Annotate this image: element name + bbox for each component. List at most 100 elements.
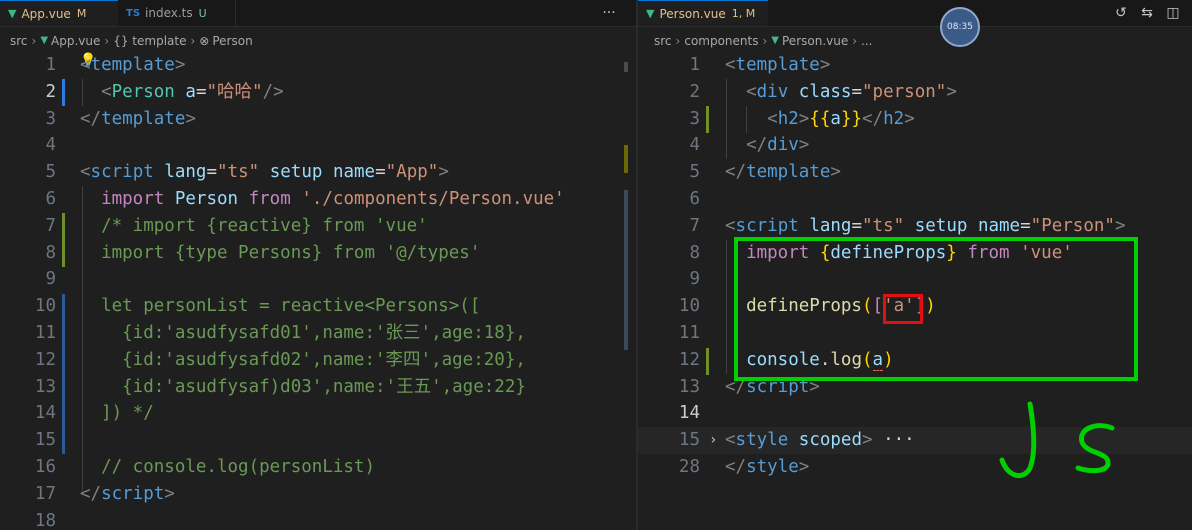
line-number[interactable]: 13 bbox=[0, 374, 56, 401]
more-actions-icon[interactable]: ··· bbox=[596, 5, 622, 21]
line-number[interactable]: 11 bbox=[0, 320, 56, 347]
line-number[interactable]: 5 bbox=[0, 159, 56, 186]
line-number[interactable]: 11 bbox=[638, 320, 700, 347]
line-number[interactable]: 28 bbox=[638, 454, 700, 481]
code-line[interactable]: 13 {id:'asudfysaf)d03',name:'王五',age:22} bbox=[0, 374, 636, 401]
line-number[interactable]: 6 bbox=[638, 186, 700, 213]
compare-icon[interactable]: ⇆ bbox=[1134, 5, 1160, 21]
code-line[interactable]: 5 <script lang="ts" setup name="App"> bbox=[0, 159, 636, 186]
code-line[interactable]: 5 </template> bbox=[638, 159, 1192, 186]
code-line[interactable]: 1 <template> bbox=[638, 52, 1192, 79]
code-token: setup bbox=[269, 162, 323, 183]
line-number[interactable]: 17 bbox=[0, 481, 56, 508]
line-number[interactable]: 9 bbox=[638, 266, 700, 293]
annotation-green-rectangle bbox=[734, 237, 1138, 381]
line-number[interactable]: 8 bbox=[0, 240, 56, 267]
code-line[interactable]: 15 bbox=[0, 427, 636, 454]
code-text: <template> bbox=[80, 52, 185, 79]
line-number[interactable]: 1 bbox=[638, 52, 700, 79]
code-line[interactable]: 9 bbox=[0, 266, 636, 293]
code-line[interactable]: 17 </script> bbox=[0, 481, 636, 508]
line-number[interactable]: 8 bbox=[638, 240, 700, 267]
breadcrumb-item[interactable]: components bbox=[684, 34, 758, 48]
code-token: ··· bbox=[872, 430, 915, 451]
code-line[interactable]: 6 bbox=[638, 186, 1192, 213]
code-line[interactable]: 8 import {type Persons} from '@/types' bbox=[0, 240, 636, 267]
code-token: </ bbox=[725, 162, 747, 183]
breadcrumb-item[interactable]: {} template bbox=[113, 34, 186, 48]
line-number[interactable]: 10 bbox=[638, 293, 700, 320]
code-line[interactable]: 4 bbox=[0, 132, 636, 159]
line-number[interactable]: 5 bbox=[638, 159, 700, 186]
code-editor-left[interactable]: 1 <template> 2 <Person a="哈哈"/> 3 </template… bbox=[0, 52, 636, 530]
code-text: // console.log(personList) bbox=[80, 454, 375, 481]
breadcrumb-item[interactable]: src bbox=[654, 34, 672, 48]
line-number[interactable]: 6 bbox=[0, 186, 56, 213]
code-line[interactable]: 7 /* import {reactive} from 'vue' bbox=[0, 213, 636, 240]
indent-guide bbox=[746, 106, 747, 133]
annotation-red-rectangle bbox=[883, 294, 923, 324]
code-text: <style scoped> ··· bbox=[725, 427, 915, 454]
code-token: lang bbox=[164, 162, 207, 183]
code-line[interactable]: 12 {id:'asudfysafd02',name:'李四',age:20}, bbox=[0, 347, 636, 374]
code-line[interactable]: 2 <div class="person"> bbox=[638, 79, 1192, 106]
tab-index-ts[interactable]: TS index.ts U bbox=[118, 0, 236, 26]
code-token: ]) */ bbox=[80, 403, 154, 424]
breadcrumb-item[interactable]: ... bbox=[861, 34, 872, 48]
tab-app-vue[interactable]: ▼ App.vue M bbox=[0, 0, 118, 26]
code-line[interactable]: 16 // console.log(personList) bbox=[0, 454, 636, 481]
code-line[interactable]: 11 {id:'asudfysafd01',name:'张三',age:18}, bbox=[0, 320, 636, 347]
modified-line-marker bbox=[706, 106, 709, 133]
code-line[interactable]: 18 bbox=[0, 508, 636, 530]
code-line[interactable]: 6 import Person from './components/Perso… bbox=[0, 186, 636, 213]
line-number[interactable]: 15 bbox=[0, 427, 56, 454]
code-line[interactable]: 4 </div> bbox=[638, 132, 1192, 159]
breadcrumb-item[interactable]: App.vue bbox=[51, 34, 100, 48]
fold-chevron-icon[interactable]: › bbox=[709, 427, 717, 454]
line-number[interactable]: 9 bbox=[0, 266, 56, 293]
line-number[interactable]: 18 bbox=[0, 508, 56, 530]
code-text: <Person a="哈哈"/> bbox=[80, 79, 284, 106]
vue-file-icon: ▼ bbox=[646, 7, 655, 20]
code-token: </ bbox=[80, 483, 102, 504]
editor-pane-left: ▼ App.vue M TS index.ts U ··· src › ▼ Ap… bbox=[0, 0, 636, 530]
minimap-slider[interactable] bbox=[624, 62, 628, 72]
code-line[interactable]: 14 ]) */ bbox=[0, 400, 636, 427]
line-number[interactable]: 4 bbox=[0, 132, 56, 159]
line-number[interactable]: 7 bbox=[638, 213, 700, 240]
ts-file-icon: TS bbox=[126, 7, 141, 19]
breadcrumb-item[interactable]: src bbox=[10, 34, 28, 48]
code-line[interactable]: 10 let personList = reactive<Persons>([ bbox=[0, 293, 636, 320]
code-text: <script lang="ts" setup name="Person"> bbox=[725, 213, 1126, 240]
line-number[interactable]: 14 bbox=[0, 400, 56, 427]
line-number[interactable]: 3 bbox=[0, 106, 56, 133]
breadcrumb-item[interactable]: Person.vue bbox=[782, 34, 848, 48]
code-line[interactable]: 3 <h2>{{a}}</h2> bbox=[638, 106, 1192, 133]
line-number[interactable]: 4 bbox=[638, 132, 700, 159]
code-line[interactable]: 2 <Person a="哈哈"/> bbox=[0, 78, 636, 106]
indent-guide bbox=[82, 186, 83, 491]
tab-badge: M bbox=[76, 7, 87, 20]
code-token: style bbox=[746, 457, 799, 477]
line-number[interactable]: 1 bbox=[0, 52, 56, 79]
line-number[interactable]: 15 bbox=[638, 427, 700, 454]
code-token: h2 bbox=[777, 108, 799, 129]
code-line[interactable]: 7 <script lang="ts" setup name="Person"> bbox=[638, 213, 1192, 240]
line-number[interactable]: 12 bbox=[0, 347, 56, 374]
line-number[interactable]: 2 bbox=[0, 79, 56, 106]
line-number[interactable]: 3 bbox=[638, 106, 700, 133]
line-number[interactable]: 10 bbox=[0, 293, 56, 320]
line-number[interactable]: 12 bbox=[638, 347, 700, 374]
line-number[interactable]: 7 bbox=[0, 213, 56, 240]
code-line[interactable]: 1 <template> bbox=[0, 52, 636, 79]
line-number[interactable]: 16 bbox=[0, 454, 56, 481]
timeline-icon[interactable]: ↺ bbox=[1108, 5, 1134, 21]
code-line[interactable]: 3 </template> bbox=[0, 106, 636, 133]
split-editor-icon[interactable]: ◫ bbox=[1160, 5, 1186, 21]
line-number[interactable]: 2 bbox=[638, 79, 700, 106]
breadcrumb-item[interactable]: Person bbox=[212, 34, 252, 48]
line-number[interactable]: 13 bbox=[638, 374, 700, 401]
tab-person-vue[interactable]: ▼ Person.vue 1, M bbox=[638, 0, 768, 26]
line-number[interactable]: 14 bbox=[638, 400, 700, 427]
